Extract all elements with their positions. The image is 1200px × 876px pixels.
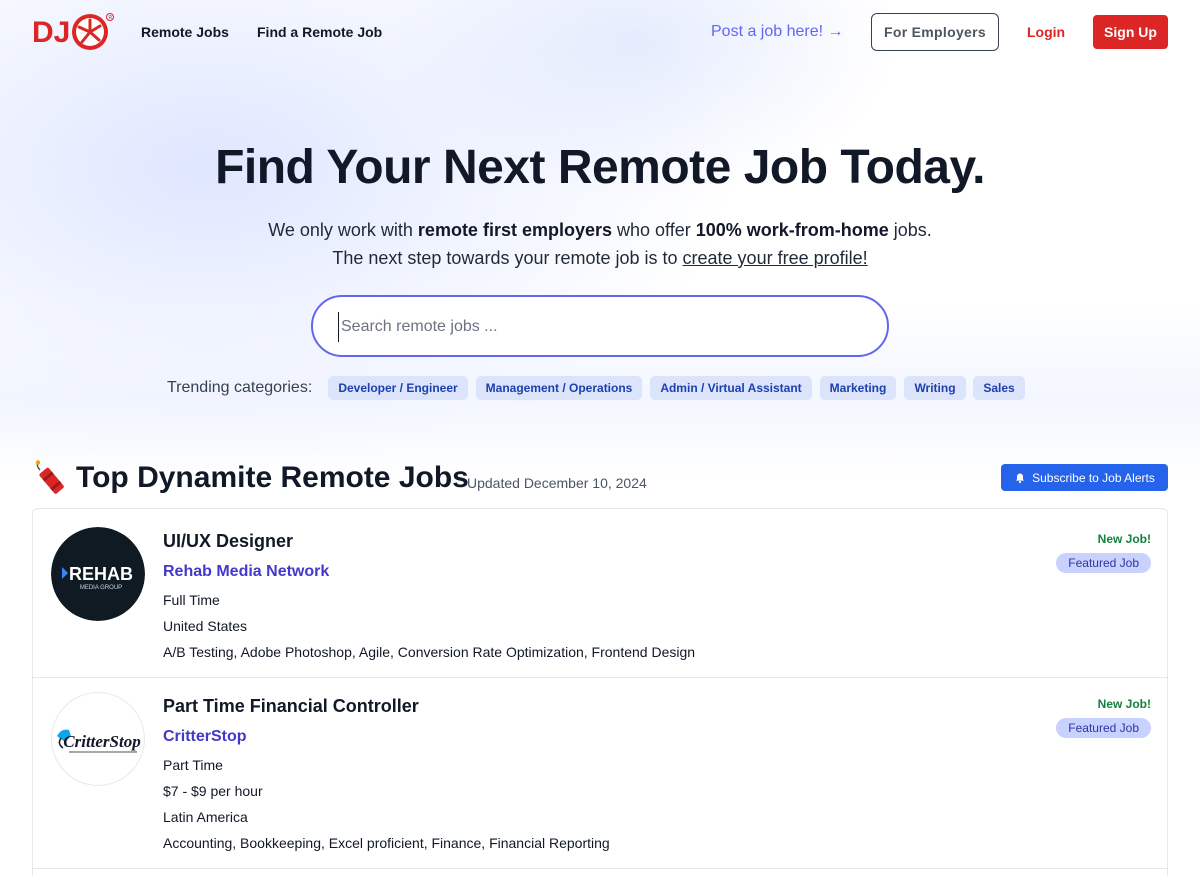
job-title[interactable]: UI/UX Designer — [163, 531, 293, 552]
dynamite-jobs-logo[interactable]: DJ R — [32, 12, 114, 52]
nav-remote-jobs[interactable]: Remote Jobs — [141, 24, 229, 40]
company-name[interactable]: CritterStop — [163, 728, 247, 746]
new-job-badge: New Job! — [1097, 697, 1151, 711]
job-card[interactable]: REHAB MEDIA GROUP UI/UX Designer Rehab M… — [33, 509, 1167, 678]
job-skills: A/B Testing, Adobe Photoshop, Agile, Con… — [163, 644, 696, 660]
hero-text: We only work with — [268, 220, 418, 240]
create-profile-link[interactable]: create your free profile! — [683, 248, 868, 268]
job-title[interactable]: Part Time Financial Controller — [163, 696, 419, 717]
hero-emphasis-employers: remote first employers — [417, 220, 612, 240]
hero-subtitle-line2: The next step towards your remote job is… — [0, 248, 1200, 269]
svg-text:R: R — [109, 15, 113, 21]
category-chip-sales[interactable]: Sales — [973, 376, 1025, 400]
for-employers-button[interactable]: For Employers — [871, 13, 999, 51]
updated-date: Updated December 10, 2024 — [467, 475, 647, 491]
svg-text:CritterStop: CritterStop — [63, 732, 140, 751]
critterstop-logo: CritterStop — [51, 692, 145, 786]
hero-title: Find Your Next Remote Job Today. — [215, 141, 985, 194]
hero-text: jobs. — [888, 220, 932, 240]
dynamite-icon — [35, 460, 64, 494]
featured-job-badge: Featured Job — [1056, 718, 1151, 738]
job-skills: Accounting, Bookkeeping, Excel proficien… — [163, 835, 610, 851]
svg-text:DJ: DJ — [32, 16, 70, 49]
new-job-badge: New Job! — [1097, 532, 1151, 546]
job-type: Full Time — [163, 592, 220, 608]
hero-emphasis-wfh: 100% work-from-home — [695, 220, 889, 240]
company-name[interactable]: Rehab Media Network — [163, 563, 329, 581]
search-input[interactable] — [338, 312, 858, 342]
subscribe-alerts-button[interactable]: Subscribe to Job Alerts — [1001, 464, 1168, 491]
nav-find-remote-job[interactable]: Find a Remote Job — [257, 24, 382, 40]
hero-subtitle-line1: We only work with remote first employers… — [0, 220, 1200, 241]
job-location: United States — [163, 618, 248, 634]
post-job-link[interactable]: Post a job here! → — [711, 23, 844, 41]
hero-text: The next step towards your remote job is… — [332, 248, 683, 268]
category-chip-admin[interactable]: Admin / Virtual Assistant — [650, 376, 812, 400]
top-jobs-heading: Top Dynamite Remote Jobs — [32, 460, 469, 496]
subscribe-label: Subscribe to Job Alerts — [1032, 470, 1155, 485]
job-salary: $7 - $9 per hour — [163, 783, 263, 799]
login-link[interactable]: Login — [1027, 24, 1065, 40]
search-box — [311, 295, 889, 357]
category-chip-management[interactable]: Management / Operations — [476, 376, 642, 400]
job-list: REHAB MEDIA GROUP UI/UX Designer Rehab M… — [32, 508, 1168, 876]
top-navbar: DJ R Remote Jobs Find a Remote Job Post … — [0, 0, 1200, 64]
job-type: Part Time — [163, 757, 223, 773]
bell-icon — [1016, 473, 1025, 483]
rehab-media-logo: REHAB MEDIA GROUP — [51, 527, 145, 621]
svg-text:REHAB: REHAB — [69, 564, 133, 584]
job-card[interactable]: CritterStop Part Time Financial Controll… — [33, 678, 1167, 869]
category-chip-marketing[interactable]: Marketing — [820, 376, 896, 400]
job-location: Latin America — [163, 809, 248, 825]
category-chip-developer[interactable]: Developer / Engineer — [328, 376, 468, 400]
hero-text: who offer — [612, 220, 696, 240]
signup-button[interactable]: Sign Up — [1093, 15, 1168, 49]
svg-text:MEDIA GROUP: MEDIA GROUP — [80, 585, 122, 591]
category-chip-writing[interactable]: Writing — [904, 376, 966, 400]
trending-label: Trending categories: — [167, 379, 313, 396]
top-jobs-title: Top Dynamite Remote Jobs — [76, 461, 469, 494]
featured-job-badge: Featured Job — [1056, 553, 1151, 573]
